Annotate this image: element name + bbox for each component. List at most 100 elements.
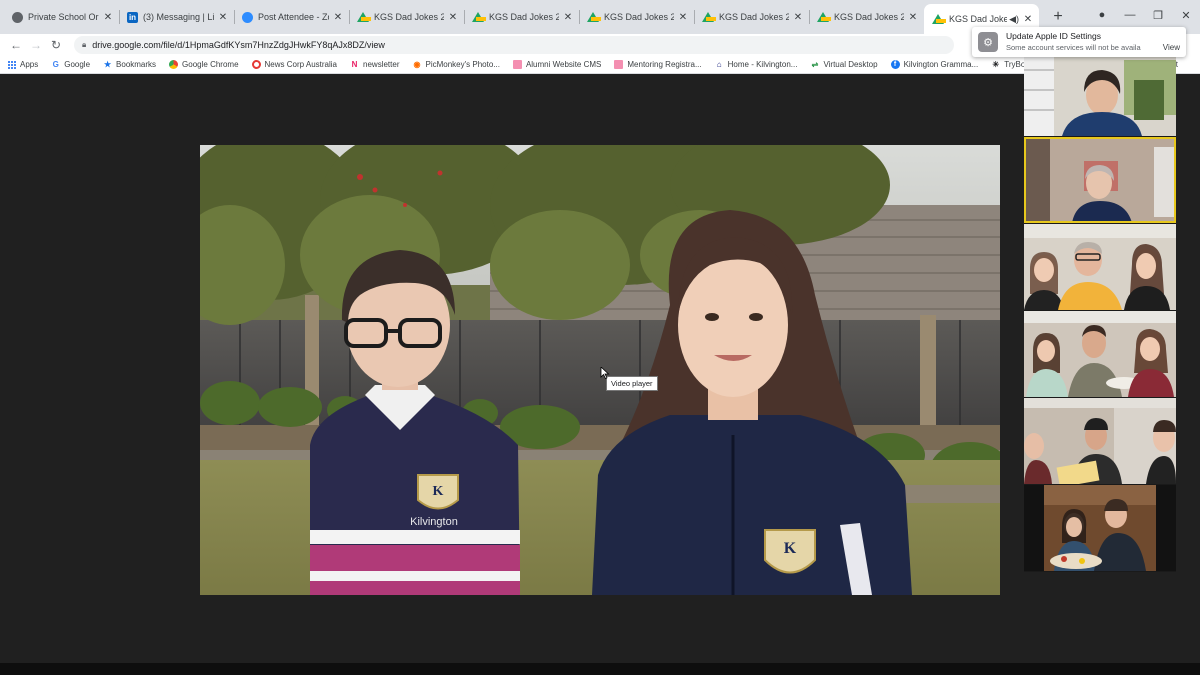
bookmark-newsletter[interactable]: N newsletter (350, 60, 400, 69)
tab-title: KGS Dad Jokes 2021.m (719, 12, 789, 22)
participant-video (1024, 137, 1176, 223)
reload-icon[interactable]: ↻ (46, 38, 66, 52)
bookmark-label: Alumni Website CMS (525, 60, 602, 69)
document-icon (512, 60, 522, 69)
participant-tile[interactable] (1024, 50, 1176, 136)
close-icon[interactable]: ✕ (793, 12, 803, 23)
tab-title: KGS Dad Jokes 2021.m (489, 12, 559, 22)
participant-video (1024, 50, 1176, 136)
bookmark-bookmarks[interactable]: ★ Bookmarks (103, 60, 156, 69)
screen: Private School Ormon ✕ in (3) Messaging … (0, 0, 1200, 675)
tab-title: KGS Dad Jokes 2021.m (604, 12, 674, 22)
browser-tab[interactable]: Private School Ormon ✕ (4, 3, 119, 31)
tab-title: KGS Dad Jokes 20 (949, 14, 1008, 24)
bookmark-label: Google (64, 60, 91, 69)
notification-text: Update Apple ID Settings Some account se… (1006, 31, 1163, 53)
star-icon: ★ (103, 60, 112, 69)
browser-tab[interactable]: KGS Dad Jokes 2021.m ✕ (809, 3, 924, 31)
tab-title: Private School Ormon (28, 12, 99, 22)
trybooking-icon: ✳ (992, 60, 1000, 69)
bookmark-home-kilvington[interactable]: ⌂ Home - Kilvington... (715, 60, 798, 69)
linkedin-icon: in (127, 11, 138, 23)
browser-tab[interactable]: KGS Dad Jokes 2021.m ✕ (464, 3, 579, 31)
bookmark-picmonkey[interactable]: ◉ PicMonkey's Photo... (412, 60, 499, 69)
mouse-cursor-icon (600, 367, 610, 379)
drive-icon (472, 12, 486, 22)
close-icon[interactable]: ✕ (1023, 14, 1033, 25)
close-window-icon[interactable]: ✕ (1172, 9, 1200, 22)
newsletter-icon: N (351, 60, 358, 69)
bookmark-google[interactable]: G Google (51, 60, 90, 69)
document-icon (614, 60, 624, 69)
close-icon[interactable]: ✕ (333, 12, 343, 23)
back-icon[interactable]: ← (6, 38, 26, 52)
drive-icon (702, 12, 716, 22)
drive-icon (357, 12, 371, 22)
home-icon: ⌂ (716, 60, 722, 69)
apple-settings-icon: ⚙ (978, 32, 998, 52)
bookmark-apps[interactable]: Apps (8, 60, 38, 69)
svg-text:K: K (784, 540, 797, 557)
svg-text:K: K (433, 484, 444, 499)
bookmark-label: Home - Kilvington... (727, 60, 798, 69)
participant-video (1024, 398, 1176, 484)
close-icon[interactable]: ✕ (678, 12, 688, 23)
close-icon[interactable]: ✕ (218, 12, 228, 23)
browser-tab[interactable]: KGS Dad Jokes 2021.m ✕ (579, 3, 694, 31)
virtual-desktop-icon: ⇌ (811, 60, 819, 69)
participant-video (1024, 311, 1176, 397)
zoom-icon (242, 11, 253, 23)
bookmark-virtual-desktop[interactable]: ⇌ Virtual Desktop (810, 60, 878, 69)
bookmark-label: Google Chrome (182, 60, 239, 69)
bottom-edge (0, 663, 1200, 675)
participant-tile[interactable] (1024, 311, 1176, 397)
tab-title: (3) Messaging | Linked (143, 12, 214, 22)
picmonkey-icon: ◉ (413, 60, 421, 69)
bookmark-label: newsletter (363, 60, 400, 69)
browser-tab[interactable]: KGS Dad Jokes 2021.m ✕ (694, 3, 809, 31)
url-text: drive.google.com/file/d/1HpmaGdfKYsm7Hnz… (92, 40, 385, 50)
bookmark-news-corp[interactable]: News Corp Australia (251, 60, 337, 69)
browser-tab[interactable]: KGS Dad Jokes 2021.m ✕ (349, 3, 464, 31)
speaker-icon[interactable]: ◀) (1009, 14, 1019, 25)
notification-body: Some account services will not be availa (1006, 43, 1141, 52)
participant-tile[interactable] (1024, 485, 1176, 571)
apps-icon (8, 60, 16, 69)
chrome-icon (169, 60, 179, 69)
participant-tile-active-speaker[interactable] (1024, 137, 1176, 223)
forward-icon[interactable]: → (26, 38, 46, 52)
notification-title: Update Apple ID Settings (1006, 31, 1101, 41)
close-icon[interactable]: ✕ (563, 12, 573, 23)
newscorp-icon (251, 60, 261, 69)
tab-title: Post Attendee - Zoom (258, 12, 329, 22)
notification-view-button[interactable]: View (1163, 43, 1180, 52)
restore-icon[interactable]: ❐ (1144, 9, 1172, 22)
close-icon[interactable]: ✕ (908, 12, 918, 23)
bookmark-label: Virtual Desktop (823, 60, 878, 69)
close-icon[interactable]: ✕ (103, 12, 113, 23)
tab-title: KGS Dad Jokes 2021.m (374, 12, 444, 22)
bookmark-google-chrome[interactable]: Google Chrome (169, 60, 239, 69)
browser-tab[interactable]: Post Attendee - Zoom ✕ (234, 3, 349, 31)
profile-icon[interactable]: ● (1088, 9, 1116, 21)
minimize-icon[interactable]: — (1116, 9, 1144, 21)
drive-icon (817, 12, 831, 22)
address-bar[interactable]: 🔒︎ drive.google.com/file/d/1HpmaGdfKYsm7… (74, 36, 954, 54)
bookmark-label: Kilvington Gramma... (903, 60, 979, 69)
bookmark-label: Bookmarks (116, 60, 157, 69)
participant-tile[interactable] (1024, 224, 1176, 310)
drive-icon (587, 12, 601, 22)
apple-id-notification[interactable]: ⚙ Update Apple ID Settings Some account … (972, 27, 1186, 57)
zoom-participant-gallery (1024, 50, 1176, 572)
participant-video (1024, 485, 1176, 571)
browser-tab[interactable]: in (3) Messaging | Linked ✕ (119, 3, 234, 31)
participant-tile[interactable] (1024, 398, 1176, 484)
globe-icon (12, 11, 23, 23)
new-tab-button[interactable]: + (1047, 7, 1069, 29)
bookmark-mentoring[interactable]: Mentoring Registra... (614, 60, 702, 69)
bookmark-kilvington-grammar[interactable]: f Kilvington Gramma... (890, 60, 979, 69)
close-icon[interactable]: ✕ (448, 12, 458, 23)
bookmarks-bar: Apps G Google ★ Bookmarks Google Chrome … (0, 56, 1200, 74)
bookmark-alumni-cms[interactable]: Alumni Website CMS (512, 60, 602, 69)
facebook-icon: f (890, 60, 900, 69)
